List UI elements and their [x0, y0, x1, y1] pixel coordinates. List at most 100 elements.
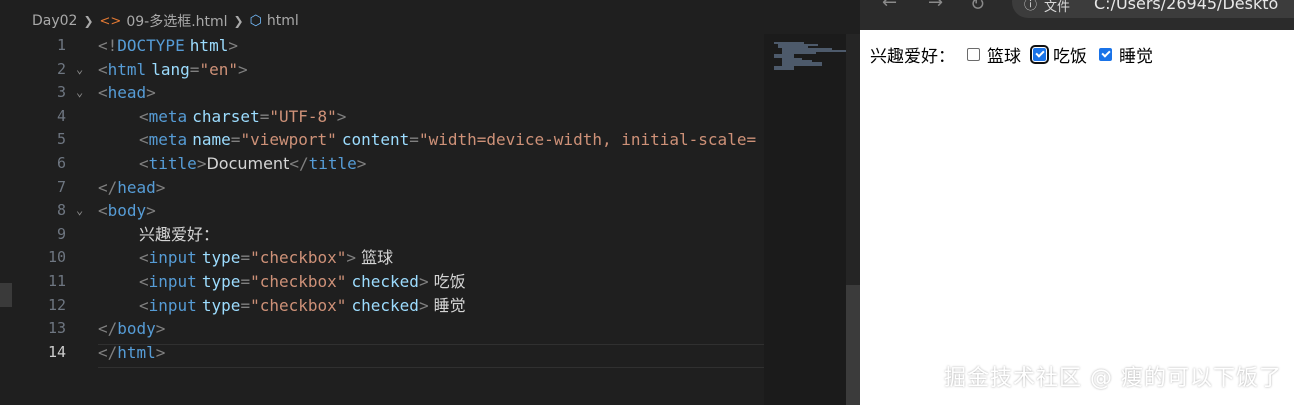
line-number: 12 [47, 295, 66, 314]
code-line[interactable]: 8 ⌄ <body> [0, 199, 764, 223]
code-text: <input type="checkbox"> 篮球 [98, 246, 393, 270]
code-token: head [107, 83, 147, 103]
code-token: body [107, 201, 147, 221]
code-token: </ [98, 177, 118, 197]
code-token: > [146, 201, 156, 221]
code-token: "checkbox" [250, 295, 347, 315]
checkbox-label: 睡觉 [1119, 47, 1153, 67]
code-token: < [139, 295, 149, 315]
code-token: 吃饭 [428, 271, 466, 291]
code-line[interactable]: 10 <input type="checkbox"> 篮球 [0, 246, 764, 270]
code-text: <title>Document</title> [98, 152, 366, 176]
code-text: <head> [98, 81, 156, 105]
code-token: meta [148, 130, 188, 150]
line-number: 10 [47, 248, 66, 267]
minimap-line [774, 68, 794, 70]
code-line[interactable]: 2 ⌄ <html lang="en"> [0, 58, 764, 82]
code-token: type [201, 271, 241, 291]
code-token: = [240, 295, 251, 315]
code-line[interactable]: 11 <input type="checkbox" checked> 吃饭 [0, 270, 764, 294]
code-token: type [201, 295, 241, 315]
hobby-label: 兴趣爱好： [870, 47, 955, 67]
code-line[interactable]: 7 </head> [0, 176, 764, 200]
checkbox-checked[interactable] [1099, 48, 1112, 61]
code-token: > [237, 59, 248, 79]
cube-icon: ⬡ [249, 13, 262, 29]
code-token: Document [206, 153, 290, 173]
code-token: title [308, 153, 357, 173]
code-line[interactable]: 3 ⌄ <head> [0, 81, 764, 105]
code-token: head [117, 177, 156, 197]
checkbox-unchecked[interactable] [967, 48, 980, 61]
code-token: <! [98, 36, 118, 55]
breadcrumb-folder-label: Day02 [32, 13, 78, 29]
address-url[interactable]: C:/Users/26945/Deskto [1094, 0, 1278, 13]
checkbox-label: 篮球 [987, 47, 1021, 67]
code-line[interactable]: 12 <input type="checkbox" checked> 睡觉 [0, 294, 764, 318]
line-number: 13 [47, 319, 66, 338]
line-number: 8 [56, 201, 66, 220]
code-token: </ [289, 153, 309, 173]
scrollbar-thumb[interactable] [846, 285, 860, 405]
code-text: </body> [98, 317, 165, 341]
code-line[interactable]: 6 <title>Document</title> [0, 152, 764, 176]
line-number: 4 [56, 106, 66, 125]
code-lines[interactable]: 1 <!DOCTYPE html> 2 ⌄ <html lang="en"> 3 ⌄ <hea… [0, 34, 764, 364]
code-line[interactable]: 1 <!DOCTYPE html> [0, 34, 764, 58]
code-token: = [189, 59, 200, 79]
code-editor[interactable]: Day02 ❯ <> 09-多选框.html ❯ ⬡ html 1 <!DOCTY… [0, 0, 860, 405]
address-bar[interactable]: ⓘ 文件 C:/Users/26945/Deskto [1012, 0, 1294, 18]
code-line[interactable]: 9 兴趣爱好： [0, 223, 764, 247]
page-content: 兴趣爱好： 篮球 吃饭 睡觉 [870, 42, 1153, 67]
line-number: 14 [47, 342, 66, 361]
code-token: = [230, 130, 241, 150]
code-token: > [336, 106, 347, 126]
checkbox-label: 吃饭 [1053, 47, 1087, 67]
breadcrumb-file[interactable]: <> 09-多选框.html [100, 11, 228, 31]
minimap[interactable] [764, 34, 852, 405]
breadcrumb-symbol[interactable]: ⬡ html [250, 13, 299, 29]
browser-window: ← → ↻ ⓘ 文件 C:/Users/26945/Deskto 兴趣爱好： 篮… [860, 0, 1294, 405]
code-line[interactable]: 13 </body> [0, 317, 764, 341]
code-token: "width=device-width, initial-scale= [418, 130, 757, 150]
fold-chevron-icon[interactable]: ⌄ [76, 81, 83, 105]
code-token: charset [192, 106, 260, 126]
code-text: </head> [98, 176, 165, 200]
code-token: > [356, 153, 367, 173]
line-number: 3 [56, 83, 66, 102]
code-text: 兴趣爱好： [98, 223, 219, 247]
forward-arrow-icon[interactable]: → [928, 0, 943, 13]
code-token: > [155, 342, 166, 362]
breadcrumb-folder[interactable]: Day02 [32, 13, 77, 29]
code-token: > [346, 248, 357, 268]
address-scheme-label: 文件 [1044, 0, 1071, 15]
fold-chevron-icon[interactable]: ⌄ [76, 58, 83, 82]
fold-chevron-icon[interactable]: ⌄ [76, 199, 83, 223]
line-number: 2 [56, 59, 66, 78]
chevron-right-icon: ❯ [83, 14, 94, 28]
info-icon[interactable]: ⓘ [1024, 0, 1037, 13]
code-text: <html lang="en"> [98, 58, 248, 82]
code-token: title [148, 153, 197, 173]
code-token: input [148, 248, 197, 268]
code-text: <input type="checkbox" checked> 吃饭 [98, 270, 466, 294]
code-line[interactable]: 14 </html> [0, 341, 764, 365]
code-token: > [418, 271, 429, 291]
back-arrow-icon[interactable]: ← [882, 0, 897, 13]
code-line[interactable]: 4 <meta charset="UTF-8"> [0, 105, 764, 129]
code-token: 篮球 [356, 248, 394, 268]
code-token: > [196, 153, 207, 173]
line-number: 11 [47, 271, 66, 290]
code-token: < [139, 248, 149, 268]
reload-icon[interactable]: ↻ [970, 0, 985, 15]
code-token: < [98, 201, 108, 221]
checkbox-checked[interactable] [1030, 45, 1049, 64]
code-token: "checkbox" [250, 271, 347, 291]
breadcrumb: Day02 ❯ <> 09-多选框.html ❯ ⬡ html [0, 8, 299, 34]
code-token: checked [351, 271, 419, 291]
line-number: 7 [56, 177, 66, 196]
code-token: html [117, 342, 156, 362]
code-token: name [192, 130, 231, 150]
code-line[interactable]: 5 <meta name="viewport" content="width=de… [0, 128, 764, 152]
code-text: </html> [98, 341, 165, 365]
